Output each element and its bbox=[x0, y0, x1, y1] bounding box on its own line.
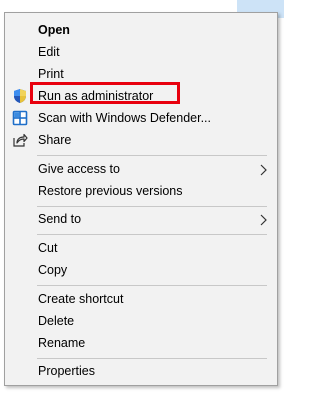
menu-item-rename[interactable]: Rename bbox=[5, 332, 277, 354]
menu-item-properties[interactable]: Properties bbox=[5, 360, 277, 382]
menu-item-scan-defender[interactable]: Scan with Windows Defender... bbox=[5, 107, 277, 129]
screenshot-stage: Open Edit Print Run as administrator Sca… bbox=[0, 0, 284, 394]
menu-separator bbox=[37, 358, 267, 359]
menu-item-restore-previous-versions[interactable]: Restore previous versions bbox=[5, 180, 277, 202]
menu-item-label: Share bbox=[38, 133, 72, 147]
menu-item-label: Properties bbox=[38, 364, 95, 378]
uac-shield-icon bbox=[12, 88, 28, 104]
menu-item-give-access[interactable]: Give access to bbox=[5, 158, 277, 180]
menu-item-label: Give access to bbox=[38, 162, 120, 176]
menu-item-label: Copy bbox=[38, 263, 68, 277]
menu-item-copy[interactable]: Copy bbox=[5, 259, 277, 281]
menu-item-cut[interactable]: Cut bbox=[5, 237, 277, 259]
menu-item-label: Scan with Windows Defender... bbox=[38, 111, 211, 125]
menu-item-send-to[interactable]: Send to bbox=[5, 208, 277, 230]
menu-item-edit[interactable]: Edit bbox=[5, 41, 277, 63]
menu-item-label: Send to bbox=[38, 212, 82, 226]
menu-separator bbox=[37, 285, 267, 286]
chevron-right-icon bbox=[259, 213, 269, 226]
menu-item-share[interactable]: Share bbox=[5, 129, 277, 151]
menu-item-label: Print bbox=[38, 67, 64, 81]
menu-separator bbox=[37, 234, 267, 235]
menu-item-label: Rename bbox=[38, 336, 86, 350]
menu-item-label: Open bbox=[38, 23, 70, 37]
menu-item-label: Restore previous versions bbox=[38, 184, 183, 198]
menu-item-label: Delete bbox=[38, 314, 75, 328]
menu-item-label: Create shortcut bbox=[38, 292, 124, 306]
menu-separator bbox=[37, 155, 267, 156]
menu-item-run-as-administrator[interactable]: Run as administrator bbox=[5, 85, 277, 107]
menu-separator bbox=[37, 206, 267, 207]
menu-item-label: Edit bbox=[38, 45, 60, 59]
windows-defender-icon bbox=[12, 110, 28, 126]
menu-item-label: Cut bbox=[38, 241, 58, 255]
chevron-right-icon bbox=[259, 163, 269, 176]
menu-item-label: Run as administrator bbox=[38, 89, 154, 103]
menu-item-print[interactable]: Print bbox=[5, 63, 277, 85]
share-icon bbox=[12, 132, 28, 148]
menu-item-open[interactable]: Open bbox=[5, 19, 277, 41]
context-menu: Open Edit Print Run as administrator Sca… bbox=[4, 12, 278, 386]
menu-item-create-shortcut[interactable]: Create shortcut bbox=[5, 288, 277, 310]
menu-item-delete[interactable]: Delete bbox=[5, 310, 277, 332]
